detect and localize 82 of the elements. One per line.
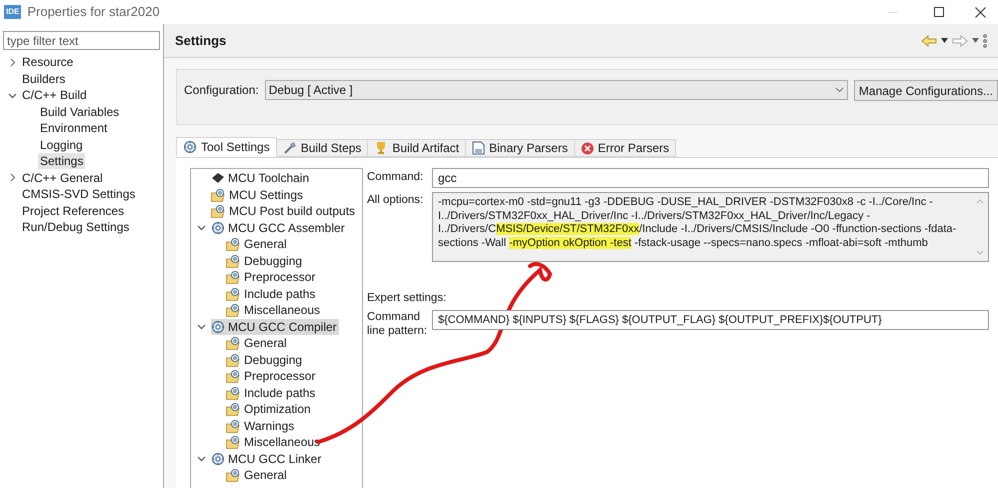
tree-item[interactable]: MCU Toolchain: [211, 170, 312, 186]
close-icon: [974, 6, 986, 18]
configuration-label: Configuration:: [184, 82, 259, 99]
tree-item[interactable]: Optimization: [226, 401, 313, 418]
folder-gear-icon: [226, 336, 241, 350]
nav-item[interactable]: Run/Debug Settings: [20, 219, 132, 236]
command-field[interactable]: gcc: [432, 168, 989, 188]
error-icon: [580, 142, 594, 154]
folder-gear-icon: [211, 204, 226, 218]
tree-item[interactable]: Include paths: [226, 286, 318, 302]
gear-icon: [211, 220, 225, 235]
tree-item[interactable]: Miscellaneous: [226, 434, 322, 450]
app-icon: IDE: [4, 5, 22, 19]
chevron-down-icon[interactable]: [8, 90, 17, 100]
nav-item[interactable]: Environment: [38, 120, 110, 136]
nav-item[interactable]: Resource: [20, 54, 76, 70]
folder-gear-icon: [226, 468, 241, 482]
chevron-down-icon[interactable]: [197, 223, 206, 232]
folder-gear-icon: [226, 270, 241, 284]
tree-item[interactable]: Preprocessor: [226, 269, 318, 286]
tree-item[interactable]: MCU GCC Assembler: [211, 220, 347, 236]
folder-gear-icon: [226, 237, 241, 252]
nav-item[interactable]: Project References: [20, 202, 126, 219]
tab[interactable]: Tool Settings: [176, 137, 277, 157]
nav-item[interactable]: Settings: [38, 153, 86, 170]
tree-item[interactable]: Preprocessor: [226, 368, 318, 384]
command-line-pattern-field[interactable]: ${COMMAND} ${INPUTS} ${FLAGS} ${OUTPUT_FLAG} ${OUTPUT_PREFIX}${OUTPUT}: [432, 310, 989, 330]
tree-item[interactable]: Miscellaneous: [226, 302, 322, 318]
page-title: Settings: [175, 32, 226, 50]
all-options-label: All options:: [367, 193, 424, 208]
tree-item[interactable]: MCU Settings: [211, 186, 306, 203]
nav-item[interactable]: CMSIS-SVD Settings: [20, 186, 138, 202]
chevron-right-icon[interactable]: [8, 58, 17, 67]
dropdown-icon[interactable]: [941, 38, 948, 43]
tree-item[interactable]: General: [226, 236, 289, 252]
folder-gear-icon: [226, 369, 241, 384]
folder-gear-icon: [226, 435, 241, 450]
chevron-down-icon[interactable]: [197, 322, 206, 332]
tree-item[interactable]: MCU GCC Compiler: [211, 318, 339, 335]
nav-item[interactable]: Builders: [20, 70, 68, 87]
tree-item[interactable]: MCU GCC Linker: [211, 450, 324, 467]
command-label: Command:: [367, 170, 424, 186]
nav-item[interactable]: C/C++ General: [20, 170, 105, 186]
gear-icon: [211, 452, 225, 466]
chip-icon: [211, 172, 225, 184]
folder-gear-icon: [211, 188, 226, 202]
tree-item[interactable]: Include paths: [226, 384, 318, 401]
binary-file-icon: [472, 141, 486, 155]
manage-configurations-button[interactable]: Manage Configurations...: [854, 80, 998, 101]
tab[interactable]: Error Parsers: [574, 139, 676, 157]
dropdown-icon[interactable]: [972, 38, 979, 43]
tab[interactable]: Build Artifact: [368, 139, 466, 157]
tree-item[interactable]: General: [226, 335, 289, 352]
filter-field[interactable]: type filter text: [3, 31, 160, 50]
folder-gear-icon: [226, 303, 241, 318]
gear-icon: [211, 320, 225, 334]
tree-item[interactable]: MCU Post build outputs: [211, 203, 358, 220]
tree-item[interactable]: General: [226, 467, 289, 484]
window-title: Properties for star2020: [27, 3, 160, 22]
more-icon[interactable]: [983, 34, 987, 48]
chevron-down-icon[interactable]: [197, 454, 206, 464]
command-line-pattern-label: Command line pattern:: [367, 310, 428, 338]
folder-gear-icon: [226, 352, 241, 367]
gear-icon: [183, 140, 197, 154]
folder-gear-icon: [226, 286, 241, 301]
chevron-right-icon[interactable]: [8, 173, 17, 182]
nav-item[interactable]: Logging: [38, 136, 85, 153]
folder-gear-icon: [226, 402, 241, 416]
tree-item[interactable]: Debugging: [226, 252, 304, 269]
folder-gear-icon: [226, 254, 241, 268]
tab[interactable]: Binary Parsers: [466, 139, 575, 157]
nav-item[interactable]: Build Variables: [38, 104, 122, 120]
nav-item[interactable]: C/C++ Build: [20, 87, 89, 104]
tree-item[interactable]: Warnings: [226, 418, 296, 434]
folder-gear-icon: [226, 418, 241, 433]
tab[interactable]: Build Steps: [276, 139, 368, 157]
chevron-down-icon: [834, 87, 844, 93]
tree-item[interactable]: Debugging: [226, 352, 304, 368]
configuration-dropdown[interactable]: Debug [ Active ]: [264, 80, 848, 100]
hammer-icon: [282, 141, 297, 155]
expert-settings-label: Expert settings:: [367, 291, 448, 306]
folder-gear-icon: [226, 386, 241, 400]
